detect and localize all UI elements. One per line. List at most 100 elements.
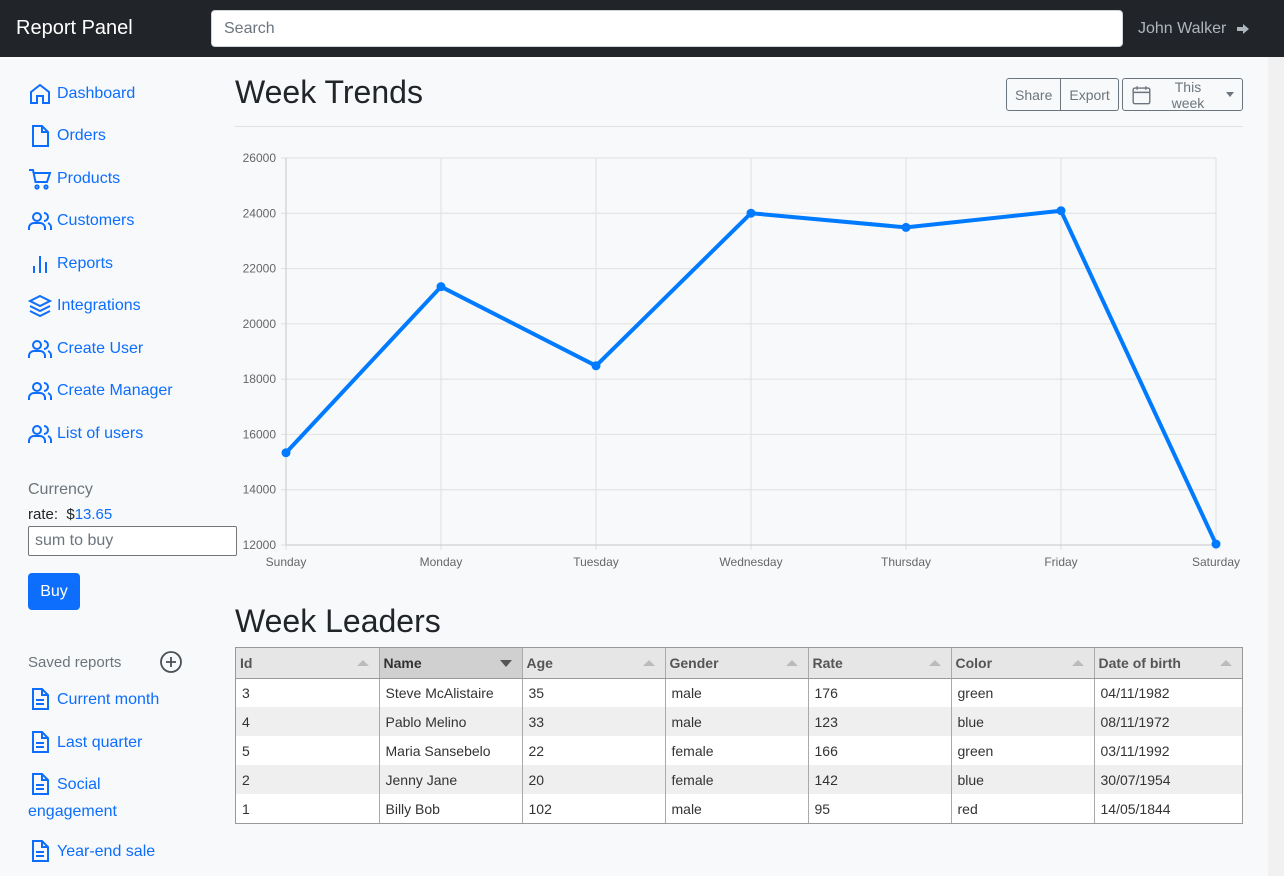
currency-heading: Currency xyxy=(28,481,93,498)
rate-value: 13.65 xyxy=(74,506,113,523)
rate-label: rate: xyxy=(28,506,59,523)
y-tick-label: 14000 xyxy=(243,483,277,497)
column-header[interactable]: Date of birth xyxy=(1094,648,1242,679)
table-cell: 142 xyxy=(808,765,952,794)
table-cell: 2 xyxy=(236,765,380,794)
x-tick-label: Wednesday xyxy=(719,555,782,569)
saved-report-label: Last quarter xyxy=(57,734,143,751)
data-point xyxy=(281,448,291,458)
table-cell: blue xyxy=(951,765,1095,794)
table-row[interactable]: 3 Steve McAlistaire 35 male 176 green 04/11/19… xyxy=(236,678,1242,707)
table-cell: Steve McAlistaire xyxy=(379,678,523,707)
sign-out-icon[interactable] xyxy=(1236,22,1250,36)
table-cell: 123 xyxy=(808,707,952,736)
table-cell: Maria Sansebelo xyxy=(379,736,523,765)
table-cell: 102 xyxy=(522,794,666,823)
column-header-label: Name xyxy=(383,654,422,671)
x-tick-label: Sunday xyxy=(266,555,307,569)
table-cell: Jenny Jane xyxy=(379,765,523,794)
period-dropdown[interactable]: This week xyxy=(1122,78,1243,111)
sidebar-item-label: Create User xyxy=(57,340,144,357)
sidebar-item-customers[interactable]: Customers xyxy=(28,208,134,234)
sidebar-item-dashboard[interactable]: Dashboard xyxy=(28,81,135,107)
table-cell: 33 xyxy=(522,707,666,736)
table-cell: 3 xyxy=(236,678,380,707)
sidebar-item-integrations[interactable]: Integrations xyxy=(28,293,141,319)
saved-reports-heading: Saved reports xyxy=(28,654,122,671)
scrollbar[interactable] xyxy=(1268,57,1284,876)
saved-report-year-end-sale[interactable]: Year-end sale xyxy=(28,838,208,865)
saved-report-label: Year-end sale xyxy=(57,843,156,860)
table-row[interactable]: 2 Jenny Jane 20 female 142 blue 30/07/1954 xyxy=(236,765,1242,794)
table-cell: 5 xyxy=(236,736,380,765)
table-cell: female xyxy=(665,736,809,765)
sidebar-item-list-of-users[interactable]: List of users xyxy=(28,421,143,447)
table-cell: Billy Bob xyxy=(379,794,523,823)
sidebar-item-label: Integrations xyxy=(57,297,141,314)
table-cell: 03/11/1992 xyxy=(1100,742,1170,759)
x-tick-label: Monday xyxy=(420,555,463,569)
column-header[interactable]: Rate xyxy=(808,648,952,679)
sidebar-item-label: Products xyxy=(57,170,121,187)
table-row[interactable]: 1 Billy Bob 102 male 95 red 14/05/1844 xyxy=(236,794,1242,823)
table-cell: 176 xyxy=(808,678,952,707)
currency-rate: rate: $13.65 xyxy=(28,506,112,523)
x-tick-label: Saturday xyxy=(1192,555,1240,569)
column-header[interactable]: Name xyxy=(379,648,523,679)
export-button[interactable]: Export xyxy=(1061,78,1119,111)
y-tick-label: 20000 xyxy=(243,317,277,331)
table-cell: 30/07/1954 xyxy=(1094,765,1242,794)
sidebar-item-products[interactable]: Products xyxy=(28,166,120,192)
sort-arrow-icon xyxy=(356,660,369,666)
table-title: Week Leaders xyxy=(235,603,441,639)
sidebar-item-orders[interactable]: Orders xyxy=(28,123,106,149)
users-icon xyxy=(28,340,52,358)
sidebar-item-create-manager[interactable]: Create Manager xyxy=(28,378,173,404)
chevron-down-icon xyxy=(1226,92,1234,97)
buy-button[interactable]: Buy xyxy=(28,573,80,610)
sort-arrow-icon xyxy=(499,660,512,667)
search-input[interactable] xyxy=(211,10,1123,47)
table-cell: 95 xyxy=(808,794,952,823)
data-point xyxy=(1211,539,1221,549)
column-header-label: Age xyxy=(526,654,553,671)
column-header[interactable]: Id xyxy=(236,648,380,679)
users-icon xyxy=(28,382,52,400)
data-point xyxy=(1056,206,1066,216)
y-tick-label: 12000 xyxy=(243,538,277,552)
table-cell: Pablo Melino xyxy=(379,707,523,736)
table-cell: male xyxy=(665,678,809,707)
table-cell: 166 xyxy=(808,736,952,765)
share-button[interactable]: Share xyxy=(1006,78,1062,111)
table-cell: 14/05/1844 xyxy=(1100,800,1171,817)
column-header-label: Gender xyxy=(669,654,719,671)
y-tick-label: 24000 xyxy=(243,206,277,220)
bar-chart-icon xyxy=(33,256,47,273)
user-name[interactable]: John Walker xyxy=(1138,20,1226,38)
rate-symbol: $ xyxy=(66,506,75,523)
saved-report-social-engagement[interactable]: Social engagement xyxy=(28,771,148,825)
sidebar-item-create-user[interactable]: Create User xyxy=(28,336,143,362)
top-navbar: Report Panel John Walker xyxy=(0,0,1284,57)
file-text-icon xyxy=(32,731,49,753)
column-header[interactable]: Gender xyxy=(665,648,809,679)
brand-title[interactable]: Report Panel xyxy=(16,17,133,40)
share-export-group: Share Export xyxy=(1006,78,1119,111)
table-cell: male xyxy=(665,707,809,736)
data-point xyxy=(901,222,911,232)
saved-report-current-month[interactable]: Current month xyxy=(28,686,208,713)
table-cell: red xyxy=(951,794,1095,823)
sidebar-item-label: Create Manager xyxy=(57,382,173,399)
column-header[interactable]: Color xyxy=(951,648,1095,679)
table-row[interactable]: 4 Pablo Melino 33 male 123 blue 08/11/1972 xyxy=(236,707,1242,736)
table-row[interactable]: 5 Maria Sansebelo 22 female 166 green 03/11/19… xyxy=(236,736,1242,765)
sidebar-item-reports[interactable]: Reports xyxy=(28,251,113,277)
home-icon xyxy=(30,83,50,104)
sum-to-buy-input[interactable] xyxy=(28,526,237,556)
column-header[interactable]: Age xyxy=(522,648,666,679)
plus-circle-icon[interactable] xyxy=(159,650,183,674)
saved-report-last-quarter[interactable]: Last quarter xyxy=(28,729,208,756)
column-header-label: Color xyxy=(955,654,993,671)
sort-arrow-icon xyxy=(1071,660,1084,666)
layers-icon xyxy=(28,294,52,318)
